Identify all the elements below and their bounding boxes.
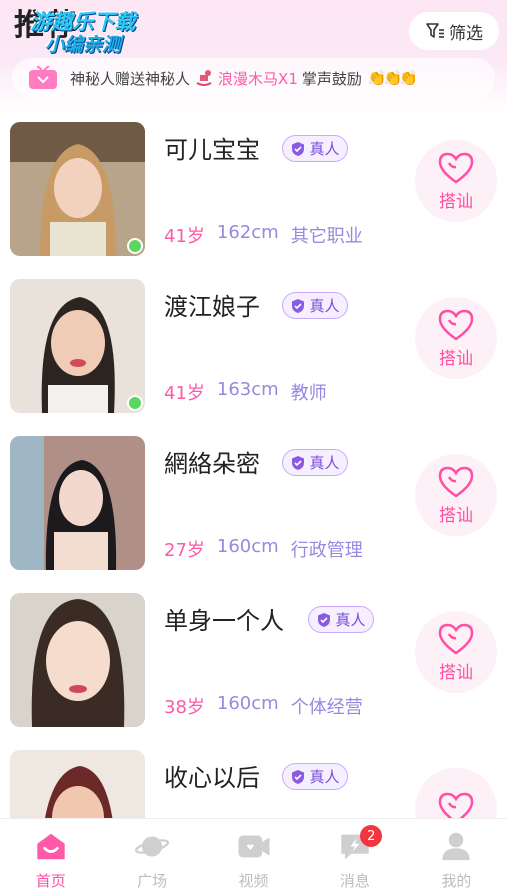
user-avatar[interactable] xyxy=(10,750,145,818)
tab-me-label: 我的 xyxy=(441,872,472,890)
chat-up-button[interactable]: 搭讪 xyxy=(415,454,497,536)
tab-square-label: 广场 xyxy=(137,872,168,890)
verified-badge: 真人 xyxy=(282,449,348,476)
user-job: 个体经营 xyxy=(290,697,363,718)
user-age: 38岁 xyxy=(164,697,205,718)
chat-up-label: 搭讪 xyxy=(439,191,473,212)
verified-shield-icon xyxy=(292,141,305,156)
tab-home-label: 首页 xyxy=(35,872,66,890)
user-avatar[interactable] xyxy=(10,436,145,570)
verified-label: 真人 xyxy=(309,140,340,158)
filter-label: 筛选 xyxy=(449,23,483,44)
user-details: 41岁 163cm 教师 xyxy=(164,379,327,405)
verified-label: 真人 xyxy=(309,297,340,315)
recommend-list[interactable]: 可儿宝宝 真人 41岁 162cm 其它职业 搭讪 渡江娘子 真人 41岁 16… xyxy=(0,112,507,818)
user-height: 163cm xyxy=(216,379,279,400)
verified-badge: 真人 xyxy=(282,763,348,790)
user-avatar[interactable] xyxy=(10,279,145,413)
planet-icon xyxy=(135,836,170,857)
user-card[interactable]: 網絡朵密 真人 27岁 160cm 行政管理 搭讪 xyxy=(0,426,507,583)
user-job: 教师 xyxy=(290,383,327,404)
user-card[interactable]: 单身一个人 真人 38岁 160cm 个体经营 搭讪 xyxy=(0,583,507,740)
user-age: 41岁 xyxy=(164,383,205,404)
heart-icon xyxy=(438,309,474,341)
user-height: 160cm xyxy=(216,693,279,714)
user-name[interactable]: 收心以后 xyxy=(164,758,260,793)
chat-up-label: 搭讪 xyxy=(439,505,473,526)
online-status-dot xyxy=(127,395,143,411)
verified-badge: 真人 xyxy=(282,135,348,162)
tab-me[interactable]: 我的 xyxy=(406,819,507,891)
watermark-line1: 游趣乐下载 xyxy=(30,10,136,34)
chat-up-button[interactable]: 搭讪 xyxy=(415,611,497,693)
heart-icon xyxy=(438,466,474,498)
heart-icon xyxy=(438,792,474,818)
user-height: 160cm xyxy=(216,536,279,557)
banner-sender: 神秘人 xyxy=(70,69,116,88)
user-job: 其它职业 xyxy=(290,226,363,247)
banner-gift-name: 浪漫木马X1 xyxy=(218,69,298,88)
user-name[interactable]: 单身一个人 xyxy=(164,601,284,636)
user-age: 41岁 xyxy=(164,226,205,247)
tab-video[interactable]: 视频 xyxy=(203,819,304,891)
heart-icon xyxy=(438,623,474,655)
heart-icon xyxy=(438,152,474,184)
user-name[interactable]: 可儿宝宝 xyxy=(164,130,260,165)
banner-receiver: 神秘人 xyxy=(145,69,191,88)
home-icon xyxy=(37,833,65,860)
verified-badge: 真人 xyxy=(308,606,374,633)
verified-shield-icon xyxy=(292,769,305,784)
video-icon xyxy=(238,835,270,858)
user-height: 162cm xyxy=(216,222,279,243)
tab-messages-label: 消息 xyxy=(339,872,370,890)
user-card[interactable]: 可儿宝宝 真人 41岁 162cm 其它职业 搭讪 xyxy=(0,112,507,269)
bottom-tab-bar: 首页 广场 视频 消息 2 我的 xyxy=(0,818,507,891)
rocking-horse-icon xyxy=(196,70,212,86)
clap-emoji: 👏👏👏 xyxy=(367,69,418,87)
tab-square[interactable]: 广场 xyxy=(101,819,202,891)
user-avatar[interactable] xyxy=(10,122,145,256)
chat-up-button[interactable]: 搭讪 xyxy=(415,140,497,222)
tab-messages[interactable]: 消息 2 xyxy=(304,819,405,891)
chat-up-button[interactable] xyxy=(415,768,497,818)
user-details: 41岁 162cm 其它职业 xyxy=(164,222,363,248)
chat-up-label: 搭讪 xyxy=(439,348,473,369)
user-card[interactable]: 收心以后 真人 xyxy=(0,740,507,818)
verified-label: 真人 xyxy=(309,768,340,786)
verified-shield-icon xyxy=(292,455,305,470)
user-card[interactable]: 渡江娘子 真人 41岁 163cm 教师 搭讪 xyxy=(0,269,507,426)
user-avatar[interactable] xyxy=(10,593,145,727)
verified-shield-icon xyxy=(318,612,331,627)
verified-label: 真人 xyxy=(309,454,340,472)
tv-gift-icon xyxy=(29,66,57,89)
verified-label: 真人 xyxy=(335,611,366,629)
filter-button[interactable]: 筛选 xyxy=(409,12,499,50)
watermark-line2: 小编亲测 xyxy=(44,34,121,56)
user-job: 行政管理 xyxy=(290,540,363,561)
banner-message: 掌声鼓励 xyxy=(301,69,362,88)
gift-announcement-banner[interactable]: 神秘人 赠送 神秘人 浪漫木马X1 掌声鼓励 👏👏👏 xyxy=(12,58,495,98)
profile-icon xyxy=(442,832,471,861)
user-age: 27岁 xyxy=(164,540,205,561)
verified-shield-icon xyxy=(292,298,305,313)
unread-badge: 2 xyxy=(360,825,383,847)
user-details: 38岁 160cm 个体经营 xyxy=(164,693,363,719)
tab-video-label: 视频 xyxy=(238,872,269,890)
banner-verb: 赠送 xyxy=(115,69,146,88)
online-status-dot xyxy=(127,238,143,254)
chat-up-label: 搭讪 xyxy=(439,662,473,683)
user-name[interactable]: 渡江娘子 xyxy=(164,287,260,322)
watermark-logo: 游趣乐下载 小编亲测 xyxy=(8,10,158,64)
chat-up-button[interactable]: 搭讪 xyxy=(415,297,497,379)
verified-badge: 真人 xyxy=(282,292,348,319)
user-details: 27岁 160cm 行政管理 xyxy=(164,536,363,562)
user-name[interactable]: 網絡朵密 xyxy=(164,444,260,479)
tab-home[interactable]: 首页 xyxy=(0,819,101,891)
filter-icon xyxy=(426,23,444,38)
